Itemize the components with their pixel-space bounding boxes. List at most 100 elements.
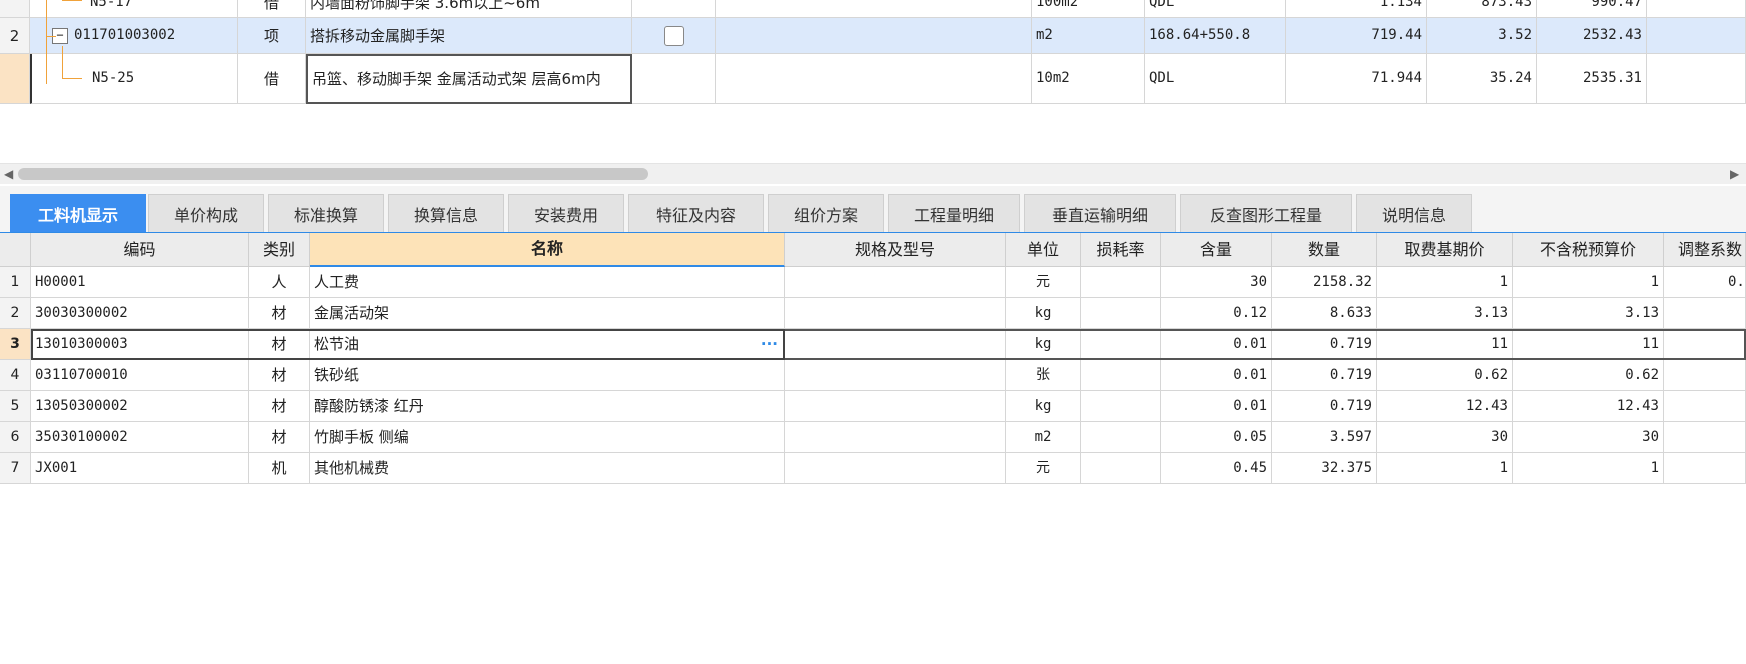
material-loss-rate[interactable] — [1081, 453, 1161, 484]
material-spec[interactable] — [785, 391, 1006, 422]
col-header-quantity[interactable]: 数量 — [1272, 233, 1377, 267]
col-header-pretax-price[interactable]: 不含税预算价 — [1513, 233, 1664, 267]
material-loss-rate[interactable] — [1081, 391, 1161, 422]
material-quantity[interactable]: 8.633 — [1272, 298, 1377, 329]
material-loss-rate[interactable] — [1081, 422, 1161, 453]
item-expression[interactable]: QDL — [1145, 54, 1286, 104]
material-quantity[interactable]: 2158.32 — [1272, 267, 1377, 298]
material-code[interactable]: 13050300002 — [31, 391, 249, 422]
item-code[interactable]: N5-17 — [30, 0, 238, 18]
tab-labor-material[interactable]: 工料机显示 — [10, 194, 146, 232]
material-code[interactable]: H00001 — [31, 267, 249, 298]
tab-pricing-plan[interactable]: 组价方案 — [768, 194, 884, 232]
material-adjust-factor[interactable]: 0. — [1664, 267, 1746, 298]
col-header-name[interactable]: 名称 — [310, 233, 785, 267]
material-quantity[interactable]: 3.597 — [1272, 422, 1377, 453]
checkbox[interactable] — [663, 25, 684, 46]
item-expression[interactable]: 168.64+550.8 — [1145, 18, 1286, 54]
tab-standard-conversion[interactable]: 标准换算 — [268, 194, 384, 232]
material-pretax-price[interactable]: 11 — [1513, 329, 1664, 360]
material-content[interactable]: 0.12 — [1161, 298, 1272, 329]
material-pretax-price[interactable]: 30 — [1513, 422, 1664, 453]
material-code[interactable]: 03110700010 — [31, 360, 249, 391]
item-name[interactable]: 内墙面粉饰脚手架 3.6m以上~6m — [306, 0, 632, 18]
tab-conversion-info[interactable]: 换算信息 — [388, 194, 504, 232]
tab-description[interactable]: 说明信息 — [1356, 194, 1472, 232]
material-name[interactable]: 金属活动架 — [310, 298, 785, 329]
material-code[interactable]: 30030300002 — [31, 298, 249, 329]
material-name[interactable]: 醇酸防锈漆 红丹 — [310, 391, 785, 422]
item-name[interactable]: 吊篮、移动脚手架 金属活动式架 层高6m内 — [306, 54, 632, 104]
material-content[interactable]: 0.01 — [1161, 360, 1272, 391]
empty-cell — [1647, 54, 1746, 104]
col-header-loss-rate[interactable]: 损耗率 — [1081, 233, 1161, 267]
material-name[interactable]: 其他机械费 — [310, 453, 785, 484]
material-code[interactable]: JX001 — [31, 453, 249, 484]
material-adjust-factor[interactable] — [1664, 391, 1746, 422]
material-spec[interactable] — [785, 267, 1006, 298]
material-unit: 张 — [1006, 360, 1081, 391]
material-loss-rate[interactable] — [1081, 329, 1161, 360]
material-unit: m2 — [1006, 422, 1081, 453]
material-pretax-price[interactable]: 3.13 — [1513, 298, 1664, 329]
check-cell[interactable] — [632, 18, 716, 54]
item-expression[interactable]: QDL — [1145, 0, 1286, 18]
material-spec[interactable] — [785, 360, 1006, 391]
material-adjust-factor[interactable] — [1664, 360, 1746, 391]
material-quantity[interactable]: 0.719 — [1272, 360, 1377, 391]
material-code[interactable]: 35030100002 — [31, 422, 249, 453]
material-adjust-factor[interactable] — [1664, 453, 1746, 484]
material-adjust-factor[interactable] — [1664, 298, 1746, 329]
material-base-price: 1 — [1377, 453, 1513, 484]
material-pretax-price[interactable]: 12.43 — [1513, 391, 1664, 422]
col-header-base-price[interactable]: 取费基期价 — [1377, 233, 1513, 267]
material-spec[interactable] — [785, 422, 1006, 453]
col-header-spec[interactable]: 规格及型号 — [785, 233, 1006, 267]
material-name[interactable]: 松节油 ··· — [310, 329, 785, 360]
horizontal-scrollbar[interactable]: ◀ ▶ — [0, 163, 1746, 184]
scroll-right-arrow-icon[interactable]: ▶ — [1730, 167, 1739, 181]
material-content[interactable]: 0.05 — [1161, 422, 1272, 453]
material-name[interactable]: 铁砂纸 — [310, 360, 785, 391]
material-quantity[interactable]: 0.719 — [1272, 391, 1377, 422]
upper-item-grid: N5-17 借 内墙面粉饰脚手架 3.6m以上~6m 100m2 QDL 1.1… — [0, 0, 1746, 104]
item-price: 873.43 — [1427, 0, 1537, 18]
material-adjust-factor[interactable] — [1664, 329, 1746, 360]
material-spec[interactable] — [785, 298, 1006, 329]
tab-installation-fee[interactable]: 安装费用 — [508, 194, 624, 232]
tab-unit-price[interactable]: 单价构成 — [148, 194, 264, 232]
material-spec[interactable] — [785, 329, 1006, 360]
material-name[interactable]: 竹脚手板 侧编 — [310, 422, 785, 453]
material-content[interactable]: 0.01 — [1161, 329, 1272, 360]
tab-reverse-lookup[interactable]: 反查图形工程量 — [1180, 194, 1352, 232]
material-pretax-price[interactable]: 0.62 — [1513, 360, 1664, 391]
scroll-left-arrow-icon[interactable]: ◀ — [4, 167, 13, 181]
material-quantity[interactable]: 32.375 — [1272, 453, 1377, 484]
col-header-content[interactable]: 含量 — [1161, 233, 1272, 267]
material-quantity[interactable]: 0.719 — [1272, 329, 1377, 360]
item-name[interactable]: 搭拆移动金属脚手架 — [306, 18, 632, 54]
material-spec[interactable] — [785, 453, 1006, 484]
col-header-adjust-factor[interactable]: 调整系数 — [1664, 233, 1746, 267]
more-options-icon[interactable]: ··· — [761, 335, 778, 353]
col-header-code[interactable]: 编码 — [31, 233, 249, 267]
material-content[interactable]: 0.01 — [1161, 391, 1272, 422]
tab-features[interactable]: 特征及内容 — [628, 194, 764, 232]
tab-vertical-transport[interactable]: 垂直运输明细 — [1024, 194, 1176, 232]
material-content[interactable]: 0.45 — [1161, 453, 1272, 484]
material-content[interactable]: 30 — [1161, 267, 1272, 298]
col-header-unit[interactable]: 单位 — [1006, 233, 1081, 267]
material-name[interactable]: 人工费 — [310, 267, 785, 298]
material-pretax-price[interactable]: 1 — [1513, 453, 1664, 484]
material-loss-rate[interactable] — [1081, 267, 1161, 298]
material-code[interactable]: 13010300003 — [31, 329, 249, 360]
material-unit: kg — [1006, 391, 1081, 422]
scrollbar-thumb[interactable] — [18, 168, 648, 180]
col-header-category[interactable]: 类别 — [249, 233, 310, 267]
material-base-price: 3.13 — [1377, 298, 1513, 329]
tab-quantity-detail[interactable]: 工程量明细 — [888, 194, 1020, 232]
material-loss-rate[interactable] — [1081, 298, 1161, 329]
material-loss-rate[interactable] — [1081, 360, 1161, 391]
material-adjust-factor[interactable] — [1664, 422, 1746, 453]
material-pretax-price[interactable]: 1 — [1513, 267, 1664, 298]
